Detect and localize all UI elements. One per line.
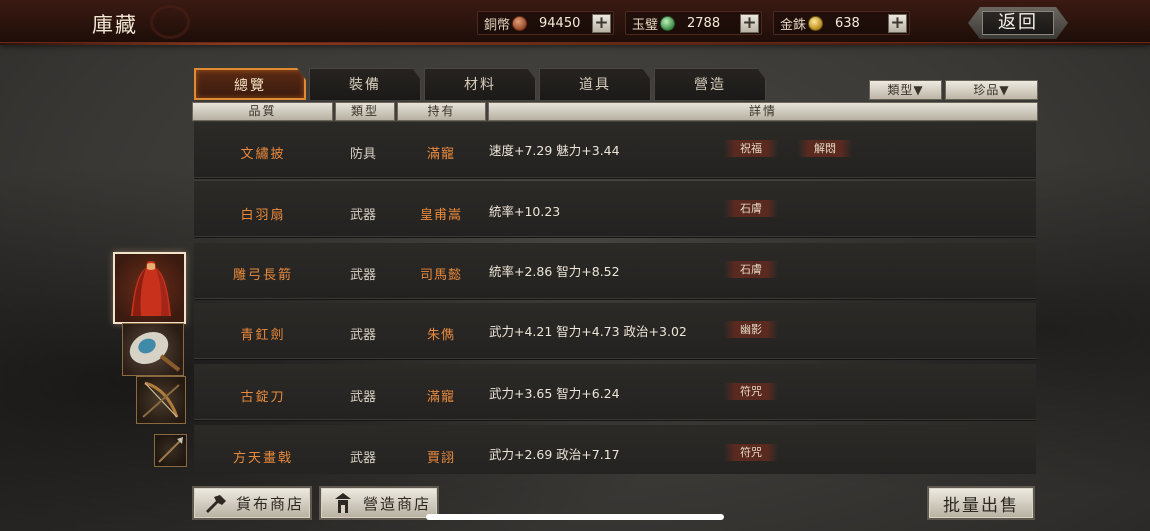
type-filter-dropdown[interactable]: 類型▼ — [869, 80, 942, 100]
tab-construction[interactable]: 營造 — [654, 68, 766, 100]
skill-badge: 符咒 — [724, 444, 778, 461]
item-detail: 統率+10.23 — [489, 204, 561, 219]
item-name: 方天畫戟 — [232, 451, 293, 466]
skill-badge: 石膚 — [724, 261, 778, 278]
item-row[interactable]: 白羽扇 武器 皇甫嵩 統率+10.23 石膚 — [194, 181, 1036, 238]
skill-badge: 幽影 — [724, 321, 778, 338]
item-owner: 賈詡 — [426, 451, 455, 466]
halberd-icon — [158, 437, 183, 463]
construction-shop-label: 營造商店 — [363, 494, 432, 513]
currency-gold: 金銖 638 + — [773, 11, 910, 35]
bow-icon — [142, 381, 180, 418]
item-type: 防具 — [349, 147, 376, 162]
add-gold-button[interactable]: + — [888, 13, 907, 33]
tab-items[interactable]: 道具 — [539, 68, 651, 100]
add-jade-button[interactable]: + — [740, 13, 759, 33]
item-row[interactable]: 方天畫戟 武器 賈詡 武力+2.69 政治+7.17 符咒 — [194, 425, 1036, 474]
cape-icon — [131, 261, 171, 316]
cloth-shop-button[interactable]: 貨布商店 — [192, 486, 312, 520]
batch-sell-button[interactable]: 批量出售 — [927, 486, 1035, 520]
column-header-quality[interactable]: 品質 — [192, 102, 333, 121]
skill-badge: 符咒 — [724, 383, 778, 400]
jade-disc-icon — [660, 15, 676, 31]
item-preview-halberd[interactable] — [154, 434, 187, 467]
item-name: 白羽扇 — [240, 208, 286, 223]
item-type: 武器 — [349, 390, 376, 405]
item-detail: 速度+7.29 魅力+3.44 — [489, 143, 620, 158]
item-detail: 統率+2.86 智力+8.52 — [489, 264, 620, 279]
title-ornament — [150, 5, 190, 39]
item-preview-fan[interactable] — [122, 323, 184, 376]
category-tabs: 總覽 裝備 材料 道具 營造 — [194, 68, 769, 100]
item-name: 青釭劍 — [240, 328, 286, 343]
item-row[interactable]: 文繡披 防具 滿寵 速度+7.29 魅力+3.44 祝福 解悶 — [194, 122, 1036, 179]
column-header-type[interactable]: 類型 — [335, 102, 395, 121]
item-preview-bow[interactable] — [136, 376, 186, 424]
column-header-owner[interactable]: 持有 — [397, 102, 486, 121]
item-detail: 武力+4.21 智力+4.73 政治+3.02 — [489, 324, 687, 339]
skill-badge: 石膚 — [724, 200, 778, 217]
item-detail: 武力+3.65 智力+6.24 — [489, 386, 620, 401]
back-button[interactable]: 返回 — [968, 7, 1068, 39]
item-name: 雕弓長箭 — [232, 268, 293, 283]
item-type: 武器 — [349, 268, 376, 283]
batch-sell-label: 批量出售 — [943, 495, 1019, 516]
item-owner: 皇甫嵩 — [419, 208, 462, 223]
currency-jade: 玉璧 2788 + — [625, 11, 762, 35]
feather-fan-icon — [129, 331, 181, 372]
currency-value: 2788 — [687, 15, 721, 31]
home-indicator[interactable] — [426, 514, 724, 520]
currency-label: 銅幣 — [484, 17, 511, 33]
currency-value: 94450 — [539, 15, 581, 31]
copper-coin-icon — [512, 15, 528, 31]
skill-badge: 解悶 — [798, 140, 852, 157]
item-name: 文繡披 — [240, 147, 286, 162]
tab-materials[interactable]: 材料 — [424, 68, 536, 100]
item-detail: 武力+2.69 政治+7.17 — [489, 447, 620, 462]
gold-coin-icon — [808, 15, 824, 31]
top-bar: 庫藏 銅幣 94450 + 玉璧 2788 + 金銖 638 + 返回 — [0, 0, 1150, 45]
item-type: 武器 — [349, 328, 376, 343]
construction-shop-button[interactable]: 營造商店 — [319, 486, 439, 520]
item-row[interactable]: 青釭劍 武器 朱儁 武力+4.21 智力+4.73 政治+3.02 幽影 — [194, 303, 1036, 360]
item-type: 武器 — [349, 451, 376, 466]
column-header-detail: 詳情 — [488, 102, 1038, 121]
page-title: 庫藏 — [92, 13, 138, 37]
selected-item-preview[interactable] — [113, 252, 186, 324]
skill-badge: 祝福 — [724, 140, 778, 157]
item-owner: 滿寵 — [426, 147, 455, 162]
item-row[interactable]: 古錠刀 武器 滿寵 武力+3.65 智力+6.24 符咒 — [194, 364, 1036, 421]
item-owner: 朱儁 — [426, 328, 455, 343]
add-copper-button[interactable]: + — [592, 13, 611, 33]
spade-coin-icon — [206, 495, 226, 513]
currency-label: 金銖 — [780, 17, 807, 33]
currency-label: 玉璧 — [632, 17, 659, 33]
item-type: 武器 — [349, 208, 376, 223]
tab-overview[interactable]: 總覽 — [194, 68, 306, 100]
tower-icon — [335, 493, 351, 513]
item-owner: 司馬懿 — [419, 268, 462, 283]
rare-filter-dropdown[interactable]: 珍品▼ — [945, 80, 1038, 100]
item-list[interactable]: 文繡披 防具 滿寵 速度+7.29 魅力+3.44 祝福 解悶 白羽扇 武器 皇… — [194, 122, 1036, 474]
tab-equipment[interactable]: 裝備 — [309, 68, 421, 100]
item-name: 古錠刀 — [240, 390, 286, 405]
item-row[interactable]: 雕弓長箭 武器 司馬懿 統率+2.86 智力+8.52 石膚 — [194, 243, 1036, 300]
cloth-shop-label: 貨布商店 — [236, 494, 305, 513]
currency-copper: 銅幣 94450 + — [477, 11, 614, 35]
item-owner: 滿寵 — [426, 390, 455, 405]
back-button-label: 返回 — [982, 11, 1054, 35]
currency-value: 638 — [835, 15, 860, 31]
